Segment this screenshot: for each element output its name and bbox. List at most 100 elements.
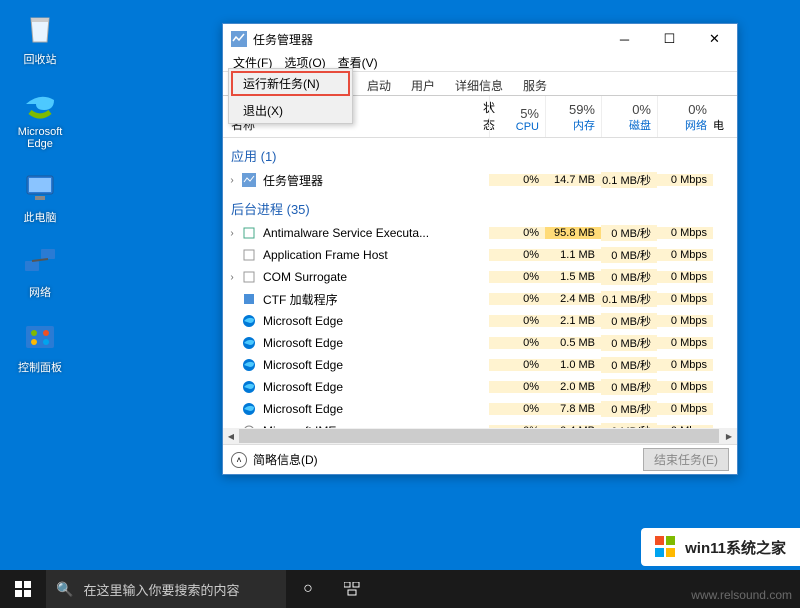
cpu-value: 0%	[489, 359, 545, 371]
tab-services[interactable]: 服务	[513, 74, 557, 95]
cpu-value: 0%	[489, 315, 545, 327]
memory-value: 2.0 MB	[545, 381, 601, 393]
desktop-icon-label: 控制面板	[18, 359, 62, 375]
process-row[interactable]: Microsoft IME 0% 0.4 MB 0 MB/秒 0 Mbps	[223, 420, 737, 428]
tab-startup[interactable]: 启动	[357, 74, 401, 95]
file-menu-dropdown: 运行新任务(N) 退出(X)	[228, 68, 353, 124]
process-row[interactable]: › COM Surrogate 0% 1.5 MB 0 MB/秒 0 Mbps	[223, 266, 737, 288]
process-row[interactable]: › 任务管理器 0% 14.7 MB 0.1 MB/秒 0 Mbps	[223, 169, 737, 191]
cpu-value: 0%	[489, 227, 545, 239]
process-icon	[241, 225, 257, 241]
process-icon	[241, 247, 257, 263]
disk-value: 0.1 MB/秒	[601, 172, 657, 188]
taskbar-cortana[interactable]: ○	[286, 570, 330, 608]
disk-value: 0 MB/秒	[601, 401, 657, 417]
disk-value: 0 MB/秒	[601, 335, 657, 351]
process-name: COM Surrogate	[241, 269, 483, 285]
search-placeholder: 在这里输入你要搜索的内容	[83, 580, 239, 599]
network-value: 0 Mbps	[657, 174, 713, 186]
titlebar[interactable]: 任务管理器 ─ ☐ ✕	[223, 24, 737, 54]
network-value: 0 Mbps	[657, 315, 713, 327]
minimize-button[interactable]: ─	[602, 24, 647, 54]
network-value: 0 Mbps	[657, 271, 713, 283]
desktop-icon-control-panel[interactable]: 控制面板	[10, 318, 70, 375]
memory-value: 0.5 MB	[545, 337, 601, 349]
disk-value: 0 MB/秒	[601, 269, 657, 285]
desktop-icons: 回收站 Microsoft Edge 此电脑 网络 控制面板	[10, 10, 70, 375]
column-network[interactable]: 0% 网络	[657, 96, 713, 137]
disk-value: 0 MB/秒	[601, 247, 657, 263]
network-value: 0 Mbps	[657, 381, 713, 393]
process-row[interactable]: Application Frame Host 0% 1.1 MB 0 MB/秒 …	[223, 244, 737, 266]
horizontal-scrollbar[interactable]: ◀ ▶	[223, 428, 737, 444]
start-button[interactable]	[0, 570, 46, 608]
cpu-value: 0%	[489, 293, 545, 305]
process-row[interactable]: Microsoft Edge 0% 0.5 MB 0 MB/秒 0 Mbps	[223, 332, 737, 354]
scroll-thumb[interactable]	[239, 429, 719, 443]
menu-exit[interactable]: 退出(X)	[229, 98, 352, 123]
desktop-icon-label: 回收站	[24, 51, 57, 67]
column-memory[interactable]: 59% 内存	[545, 96, 601, 137]
process-icon	[241, 269, 257, 285]
process-name: Antimalware Service Executa...	[241, 225, 483, 241]
process-icon	[241, 172, 257, 188]
column-extra[interactable]: 电	[713, 96, 737, 137]
network-icon	[21, 243, 59, 281]
taskbar-search[interactable]: 🔍 在这里输入你要搜索的内容	[46, 570, 286, 608]
table-body[interactable]: 应用 (1) › 任务管理器 0% 14.7 MB 0.1 MB/秒 0 Mbp…	[223, 138, 737, 428]
process-row[interactable]: Microsoft Edge 0% 1.0 MB 0 MB/秒 0 Mbps	[223, 354, 737, 376]
process-row[interactable]: Microsoft Edge 0% 7.8 MB 0 MB/秒 0 Mbps	[223, 398, 737, 420]
menu-run-new-task[interactable]: 运行新任务(N)	[231, 71, 350, 96]
end-task-button[interactable]: 结束任务(E)	[643, 448, 729, 471]
network-value: 0 Mbps	[657, 359, 713, 371]
expand-icon[interactable]: ›	[223, 175, 241, 186]
expand-icon[interactable]: ›	[223, 228, 241, 239]
close-button[interactable]: ✕	[692, 24, 737, 54]
memory-value: 2.1 MB	[545, 315, 601, 327]
process-icon	[241, 335, 257, 351]
cpu-value: 0%	[489, 337, 545, 349]
disk-value: 0 MB/秒	[601, 313, 657, 329]
win11-badge: win11系统之家	[641, 528, 800, 566]
cpu-value: 0%	[489, 381, 545, 393]
process-icon	[241, 379, 257, 395]
cpu-value: 0%	[489, 174, 545, 186]
recycle-bin-icon	[21, 10, 59, 48]
win11-logo-icon	[655, 536, 677, 558]
process-name: Microsoft Edge	[241, 357, 483, 373]
cpu-value: 0%	[489, 403, 545, 415]
taskmgr-icon	[231, 31, 247, 47]
windows-icon	[15, 581, 31, 597]
cpu-value: 0%	[489, 249, 545, 261]
column-disk[interactable]: 0% 磁盘	[601, 96, 657, 137]
memory-value: 1.0 MB	[545, 359, 601, 371]
fewer-details-button[interactable]: ˄ 简略信息(D)	[231, 451, 318, 468]
expand-icon[interactable]: ›	[223, 272, 241, 283]
desktop-icon-this-pc[interactable]: 此电脑	[10, 168, 70, 225]
process-name: Microsoft Edge	[241, 401, 483, 417]
cpu-value: 0%	[489, 271, 545, 283]
tab-details[interactable]: 详细信息	[445, 74, 513, 95]
process-name: Microsoft Edge	[241, 335, 483, 351]
network-value: 0 Mbps	[657, 337, 713, 349]
desktop-icon-edge[interactable]: Microsoft Edge	[10, 85, 70, 150]
tab-users[interactable]: 用户	[401, 74, 445, 95]
taskbar-taskview[interactable]	[330, 570, 374, 608]
process-row[interactable]: Microsoft Edge 0% 2.0 MB 0 MB/秒 0 Mbps	[223, 376, 737, 398]
scroll-left-icon[interactable]: ◀	[223, 428, 239, 444]
collapse-icon: ˄	[231, 452, 247, 468]
process-row[interactable]: › Antimalware Service Executa... 0% 95.8…	[223, 222, 737, 244]
memory-value: 1.1 MB	[545, 249, 601, 261]
maximize-button[interactable]: ☐	[647, 24, 692, 54]
column-cpu[interactable]: 5% CPU	[489, 96, 545, 137]
desktop-icon-recycle-bin[interactable]: 回收站	[10, 10, 70, 67]
process-row[interactable]: CTF 加载程序 0% 2.4 MB 0.1 MB/秒 0 Mbps	[223, 288, 737, 310]
this-pc-icon	[21, 168, 59, 206]
memory-value: 7.8 MB	[545, 403, 601, 415]
process-name: CTF 加载程序	[241, 291, 483, 308]
desktop-icon-network[interactable]: 网络	[10, 243, 70, 300]
process-row[interactable]: Microsoft Edge 0% 2.1 MB 0 MB/秒 0 Mbps	[223, 310, 737, 332]
memory-value: 1.5 MB	[545, 271, 601, 283]
scroll-right-icon[interactable]: ▶	[721, 428, 737, 444]
disk-value: 0 MB/秒	[601, 225, 657, 241]
